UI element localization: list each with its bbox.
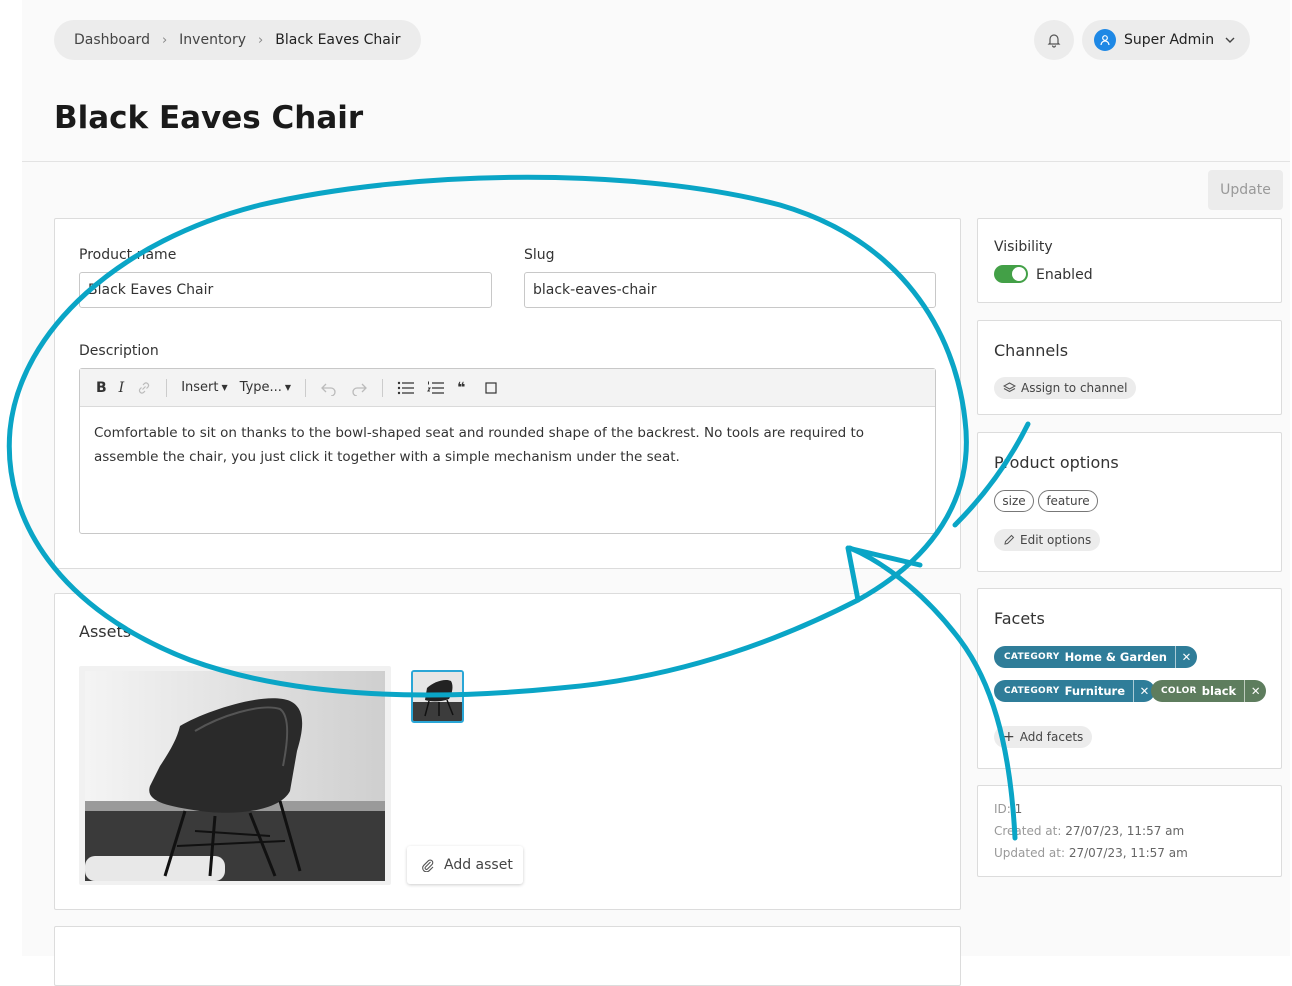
undo-icon[interactable] (320, 380, 338, 396)
facet-value: Home & Garden (1064, 650, 1167, 664)
insert-menu-label: Insert (181, 380, 219, 395)
facets-title: Facets (994, 609, 1045, 628)
description-text[interactable]: Comfortable to sit on thanks to the bowl… (80, 407, 935, 483)
meta-updated-value: 27/07/23, 11:57 am (1068, 846, 1188, 860)
option-chip-size[interactable]: size (994, 490, 1034, 512)
assign-channel-button[interactable]: Assign to channel (994, 377, 1137, 399)
featured-asset-preview[interactable] (79, 666, 391, 885)
facet-chip-home-garden: CATEGORY Home & Garden ✕ (994, 646, 1197, 668)
assets-title: Assets (79, 622, 132, 641)
assign-channel-label: Assign to channel (1021, 381, 1128, 395)
add-asset-button[interactable]: Add asset (407, 846, 523, 884)
numbered-list-icon[interactable] (427, 381, 445, 395)
facet-chip-color-black: COLOR black ✕ (1151, 680, 1267, 702)
option-chip-feature[interactable]: feature (1038, 490, 1098, 512)
close-icon[interactable]: ✕ (1175, 646, 1197, 668)
meta-id-label: ID: (994, 802, 1011, 816)
facet-value: black (1201, 684, 1237, 698)
add-facets-button[interactable]: + Add facets (994, 726, 1093, 748)
italic-button[interactable]: I (119, 380, 125, 396)
pencil-icon (1004, 534, 1015, 545)
breadcrumb: Dashboard › Inventory › Black Eaves Chai… (54, 20, 421, 60)
facet-key: COLOR (1161, 686, 1197, 696)
assets-card: Assets Add asset (54, 593, 961, 910)
user-name: Super Admin (1124, 32, 1215, 48)
type-menu[interactable]: Type... ▼ (240, 380, 291, 395)
meta-updated-label: Updated at: (994, 846, 1065, 860)
close-icon[interactable]: ✕ (1244, 680, 1266, 702)
chair-image (85, 671, 385, 881)
slug-input[interactable]: black-eaves-chair (524, 272, 936, 308)
user-avatar-icon (1094, 29, 1116, 51)
user-menu-button[interactable]: Super Admin (1082, 20, 1250, 60)
add-asset-label: Add asset (444, 857, 513, 873)
product-options-title: Product options (994, 453, 1119, 472)
chevron-right-icon: › (161, 32, 168, 48)
caret-down-icon: ▼ (221, 383, 228, 392)
meta-card: ID: 1 Created at: 27/07/23, 11:57 am Upd… (977, 785, 1282, 877)
plus-icon: + (1003, 729, 1015, 745)
meta-created-label: Created at: (994, 824, 1062, 838)
product-name-label: Product name (79, 247, 177, 263)
page-title: Black Eaves Chair (54, 100, 364, 136)
paperclip-icon (422, 859, 434, 872)
visibility-toggle[interactable] (994, 265, 1028, 283)
meta-created: Created at: 27/07/23, 11:57 am (994, 824, 1184, 838)
page: Dashboard › Inventory › Black Eaves Chai… (22, 0, 1290, 986)
facet-value: Furniture (1064, 684, 1125, 698)
visibility-card: Visibility Enabled (977, 218, 1282, 303)
toolbar-divider (305, 378, 307, 397)
meta-created-value: 27/07/23, 11:57 am (1065, 824, 1185, 838)
update-button[interactable]: Update (1208, 170, 1283, 210)
visibility-state: Enabled (1036, 267, 1093, 283)
editor-toolbar: B I Insert ▼ Type... ▼ ❝ (80, 369, 935, 407)
breadcrumb-dashboard[interactable]: Dashboard (74, 32, 150, 48)
channels-card: Channels Assign to channel (977, 320, 1282, 415)
redo-icon[interactable] (350, 380, 368, 396)
meta-updated: Updated at: 27/07/23, 11:57 am (994, 846, 1188, 860)
page-header: Dashboard › Inventory › Black Eaves Chai… (22, 0, 1290, 162)
product-options-card: Product options size feature Edit option… (977, 432, 1282, 572)
block-icon[interactable] (485, 381, 497, 394)
add-facets-label: Add facets (1019, 730, 1084, 744)
description-editor: B I Insert ▼ Type... ▼ ❝ Comfortable to … (79, 368, 936, 534)
breadcrumb-current: Black Eaves Chair (275, 32, 401, 48)
product-name-input[interactable]: Black Eaves Chair (79, 272, 492, 308)
chair-thumbnail-image (413, 672, 462, 721)
toolbar-divider (166, 378, 168, 397)
channels-title: Channels (994, 341, 1069, 360)
layers-icon (1003, 382, 1016, 393)
breadcrumb-inventory[interactable]: Inventory (179, 32, 246, 48)
type-menu-label: Type... (239, 380, 282, 395)
insert-menu[interactable]: Insert ▼ (181, 380, 227, 395)
slug-label: Slug (524, 247, 555, 263)
visibility-title: Visibility (994, 239, 1053, 255)
facet-chip-furniture: CATEGORY Furniture ✕ (994, 680, 1155, 702)
toolbar-divider (382, 378, 384, 397)
meta-id: ID: 1 (994, 802, 1022, 816)
next-card (54, 926, 961, 986)
facet-key: CATEGORY (1004, 652, 1060, 662)
meta-id-value: 1 (1014, 802, 1023, 816)
bullet-list-icon[interactable] (397, 381, 415, 395)
chevron-down-icon (1225, 37, 1235, 43)
product-details-card: Product name Black Eaves Chair Slug blac… (54, 218, 961, 569)
facets-card: Facets CATEGORY Home & Garden ✕ CATEGORY… (977, 588, 1282, 769)
facet-key: CATEGORY (1004, 686, 1060, 696)
edit-options-label: Edit options (1020, 533, 1092, 547)
link-icon[interactable] (136, 380, 152, 396)
edit-options-button[interactable]: Edit options (994, 529, 1101, 551)
notifications-button[interactable] (1034, 20, 1074, 60)
asset-thumbnail[interactable] (411, 670, 464, 723)
caret-down-icon: ▼ (284, 383, 292, 392)
blockquote-button[interactable]: ❝ (457, 380, 465, 396)
description-label: Description (79, 343, 159, 359)
bell-icon (1047, 34, 1061, 48)
bold-button[interactable]: B (96, 380, 107, 396)
chevron-right-icon: › (258, 32, 264, 48)
